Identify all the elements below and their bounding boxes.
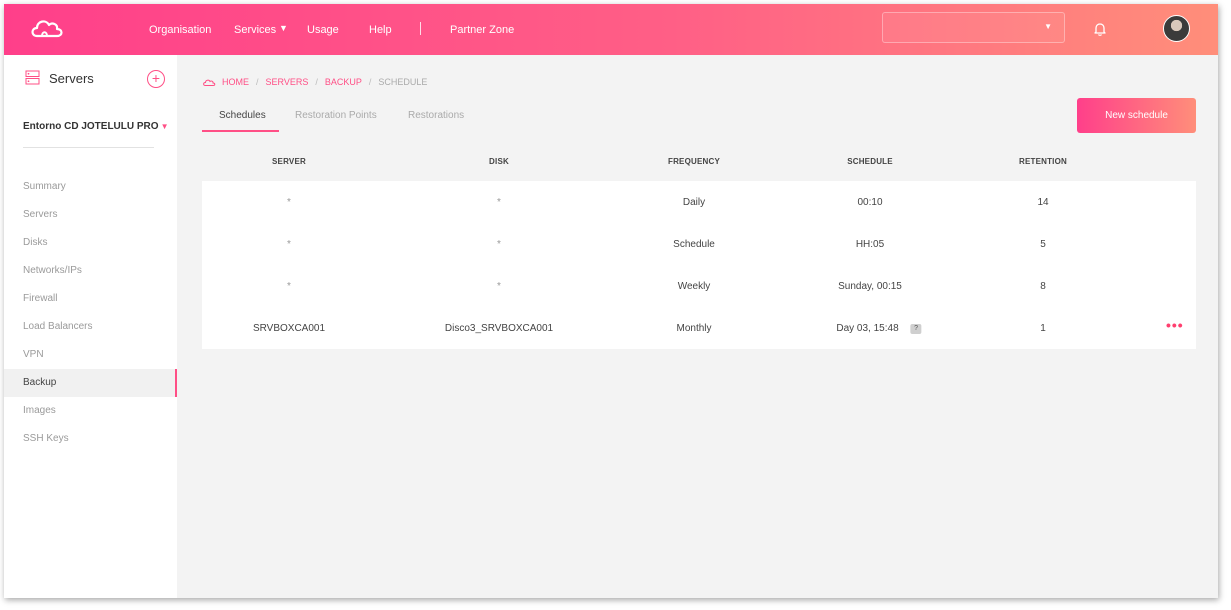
sidebar-item-networks[interactable]: Networks/IPs [4,257,177,285]
cell-schedule-value: Day 03, 15:48 [836,323,899,334]
nav-partner-zone[interactable]: Partner Zone [450,24,514,36]
plus-icon: + [151,70,161,86]
app-window: Organisation Services ▼ Usage Help Partn… [4,4,1218,598]
environment-label: Entorno CD JOTELULU PRO [23,121,159,132]
sidebar-item-ssh-keys[interactable]: SSH Keys [4,425,177,453]
breadcrumb-current: SCHEDULE [378,77,428,87]
cell-retention: 14 [1037,197,1049,208]
caret-down-icon: ▼ [160,122,169,131]
cell-frequency: Daily [682,197,706,208]
sidebar-item-servers[interactable]: Servers [4,201,177,229]
breadcrumb-separator: / [368,77,372,87]
add-server-button[interactable]: + [147,70,165,88]
column-header-disk[interactable]: DISK [489,157,509,166]
cloud-home-icon[interactable] [202,78,216,87]
sidebar-menu: Summary Servers Disks Networks/IPs Firew… [4,173,177,453]
sidebar-item-summary[interactable]: Summary [4,173,177,201]
tab-restoration-points[interactable]: Restoration Points [295,110,377,121]
table-row[interactable]: * * Weekly Sunday, 00:15 8 [202,265,1196,307]
nav-organisation[interactable]: Organisation [149,24,211,36]
breadcrumb-servers[interactable]: SERVERS [266,77,309,87]
table-row[interactable]: * * Schedule HH:05 5 [202,223,1196,265]
cell-frequency: Weekly [677,281,711,292]
cell-retention: 5 [1040,239,1046,250]
nav-usage[interactable]: Usage [307,24,339,36]
column-header-retention[interactable]: RETENTION [1019,157,1067,166]
cell-schedule: Sunday, 00:15 [838,281,902,292]
breadcrumb: HOME / SERVERS / BACKUP / SCHEDULE [202,77,427,87]
sidebar-item-load-balancers[interactable]: Load Balancers [4,313,177,341]
avatar[interactable] [1163,15,1190,42]
cloud-logo-icon[interactable] [28,16,66,42]
cell-disk: * [497,239,501,250]
cell-frequency: Monthly [676,323,712,334]
bell-icon[interactable] [1092,21,1108,37]
nav-divider [420,22,421,35]
active-tab-indicator [202,130,279,132]
server-icon [25,70,40,85]
column-header-frequency[interactable]: FREQUENCY [668,157,720,166]
nav-help[interactable]: Help [369,24,392,36]
cell-disk: * [497,197,501,208]
cell-schedule: 00:10 [857,197,883,208]
cell-disk: * [497,281,501,292]
sidebar-item-vpn[interactable]: VPN [4,341,177,369]
cell-disk: Disco3_SRVBOXCA001 [444,323,554,334]
sidebar-item-backup[interactable]: Backup [4,369,177,397]
new-schedule-button[interactable]: New schedule [1077,98,1196,133]
environment-selector[interactable]: Entorno CD JOTELULU PRO ▼ [23,121,168,132]
cell-schedule: Day 03, 15:48? [836,323,922,334]
table-row[interactable]: SRVBOXCA001 Disco3_SRVBOXCA001 Monthly D… [202,307,1196,349]
cell-retention: 1 [1040,323,1046,334]
top-navigation-bar: Organisation Services ▼ Usage Help Partn… [4,4,1218,55]
sidebar-item-disks[interactable]: Disks [4,229,177,257]
cell-server: SRVBOXCA001 [252,323,326,334]
column-header-server[interactable]: SERVER [272,157,306,166]
tab-schedules[interactable]: Schedules [219,110,266,121]
cell-frequency: Schedule [673,239,715,250]
cell-retention: 8 [1040,281,1046,292]
nav-services[interactable]: Services [234,24,276,36]
breadcrumb-home[interactable]: HOME [222,77,249,87]
cell-server: * [287,281,291,292]
sidebar-title: Servers [49,71,94,86]
row-actions-menu-icon[interactable]: ••• [1166,317,1184,333]
sidebar: Servers + Entorno CD JOTELULU PRO ▼ Summa… [4,55,177,598]
organisation-select[interactable]: ▼ [882,12,1065,43]
table-row[interactable]: * * Daily 00:10 14 [202,181,1196,223]
help-icon[interactable]: ? [910,324,922,334]
sidebar-item-firewall[interactable]: Firewall [4,285,177,313]
cell-server: * [287,239,291,250]
sidebar-item-images[interactable]: Images [4,397,177,425]
sidebar-divider [23,147,154,148]
chevron-down-icon: ▼ [1044,22,1052,31]
tab-restorations[interactable]: Restorations [408,110,464,121]
breadcrumb-backup[interactable]: BACKUP [325,77,362,87]
services-caret-icon[interactable]: ▼ [279,23,288,33]
column-header-schedule[interactable]: SCHEDULE [847,157,893,166]
cell-schedule: HH:05 [855,239,885,250]
cell-server: * [287,197,291,208]
schedules-table: * * Daily 00:10 14 * * Schedule HH:05 5 … [202,181,1196,349]
breadcrumb-separator: / [315,77,318,87]
breadcrumb-separator: / [256,77,259,87]
